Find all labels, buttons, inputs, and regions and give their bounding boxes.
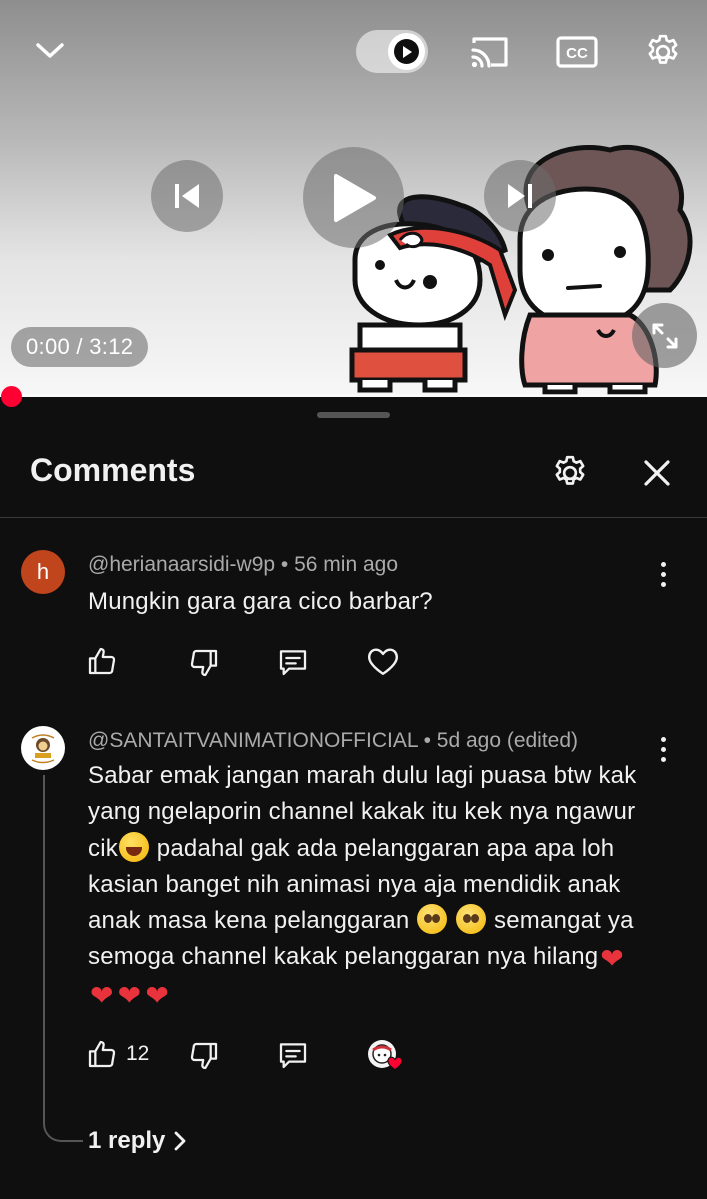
reply-icon <box>279 1043 307 1069</box>
red-heart-emoji-icon: ❤ <box>145 979 170 1011</box>
reply-thread-line <box>43 775 83 1142</box>
autoplay-knob <box>388 33 425 70</box>
cast-button[interactable] <box>468 33 512 71</box>
gear-icon <box>555 455 585 485</box>
comment-meta: @SANTAITVANIMATIONOFFICIAL • 5d ago (edi… <box>88 729 578 753</box>
channel-logo-icon <box>31 734 55 764</box>
comments-title: Comments <box>30 452 196 488</box>
dislike-button[interactable] <box>188 647 220 679</box>
red-heart-emoji-icon: ❤ <box>117 979 142 1011</box>
comment-text: Sabar emak jangan marah dulu lagi puasa … <box>88 758 653 1012</box>
comment-text: Mungkin gara gara cico barbar? <box>88 588 433 615</box>
reply-icon <box>279 650 307 676</box>
thumb-up-icon <box>88 647 116 675</box>
scrubber-handle[interactable] <box>1 386 22 407</box>
chevron-down-icon <box>36 43 64 58</box>
close-button[interactable] <box>636 452 678 494</box>
dislike-button[interactable] <box>188 1040 220 1072</box>
heart-button[interactable] <box>366 645 400 677</box>
next-button[interactable] <box>484 160 556 232</box>
like-button[interactable] <box>86 645 118 677</box>
laughing-emoji-icon <box>118 831 149 862</box>
replies-label: 1 reply <box>88 1127 166 1154</box>
comment-time: 5d ago (edited) <box>436 729 579 752</box>
meta-separator: • <box>280 553 295 576</box>
creator-heart-badge <box>366 1038 406 1074</box>
comment-author[interactable]: @herianaarsidi-w9p <box>88 553 275 576</box>
cast-icon <box>471 37 508 68</box>
play-button[interactable] <box>303 147 404 248</box>
red-heart-emoji-icon: ❤ <box>90 979 114 1011</box>
gear-icon <box>648 34 678 64</box>
settings-button[interactable] <box>641 30 685 74</box>
play-icon <box>402 45 412 58</box>
like-button[interactable]: 12 <box>86 1038 149 1070</box>
thumb-down-icon <box>190 649 218 677</box>
drag-handle[interactable] <box>317 412 390 418</box>
pleading-emoji-icon <box>417 904 448 935</box>
video-player[interactable]: CC 0:00 / 3:12 <box>0 0 707 397</box>
autoplay-toggle[interactable] <box>356 30 428 73</box>
comment-meta: @herianaarsidi-w9p • 56 min ago <box>88 553 398 577</box>
svg-text:CC: CC <box>566 45 588 62</box>
collapse-button[interactable] <box>30 30 70 70</box>
previous-button[interactable] <box>151 160 223 232</box>
captions-button[interactable]: CC <box>555 33 599 71</box>
fullscreen-icon <box>652 323 677 348</box>
like-count: 12 <box>126 1042 150 1065</box>
cc-icon: CC <box>556 36 598 68</box>
avatar[interactable] <box>21 726 65 770</box>
close-icon <box>644 460 670 486</box>
progress-bar[interactable] <box>0 394 707 397</box>
heart-icon <box>387 1056 403 1071</box>
comment-menu-button[interactable] <box>660 737 666 762</box>
comment-time: 56 min ago <box>294 553 399 576</box>
comment-menu-button[interactable] <box>660 562 666 587</box>
view-replies-button[interactable]: 1 reply <box>88 1127 187 1155</box>
thumb-down-icon <box>190 1042 218 1070</box>
reply-button[interactable] <box>277 646 309 678</box>
thumb-up-icon <box>88 1040 116 1068</box>
heart-icon <box>368 648 398 675</box>
time-display: 0:00 / 3:12 <box>11 327 149 367</box>
skip-next-icon <box>508 184 532 208</box>
red-heart-emoji-icon: ❤ <box>600 943 624 975</box>
pleading-emoji-icon <box>456 904 487 935</box>
play-icon <box>333 173 376 222</box>
comments-settings-button[interactable] <box>548 451 592 495</box>
header-divider <box>0 517 707 518</box>
avatar-letter: h <box>36 559 50 584</box>
avatar[interactable]: h <box>21 550 65 594</box>
meta-separator: • <box>423 729 437 752</box>
skip-previous-icon <box>175 184 199 208</box>
fullscreen-button[interactable] <box>632 303 697 368</box>
reply-button[interactable] <box>277 1039 309 1071</box>
comment-author[interactable]: @SANTAITVANIMATIONOFFICIAL <box>88 729 418 752</box>
chevron-right-icon <box>174 1131 186 1151</box>
